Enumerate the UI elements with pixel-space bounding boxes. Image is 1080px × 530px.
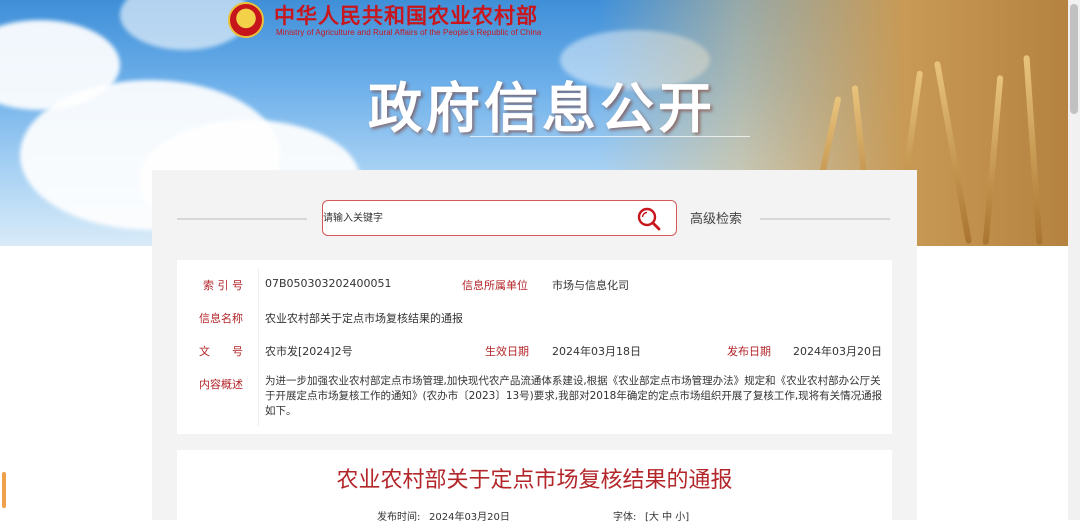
summary-text: 为进一步加强农业农村部定点市场管理,加快现代农产品流通体系建设,根据《农业部定点… bbox=[265, 375, 883, 417]
name-label: 信息名称 bbox=[199, 312, 243, 325]
search-deco-line-right bbox=[760, 218, 890, 220]
org-value: 市场与信息化司 bbox=[552, 279, 629, 292]
doc-number-label: 文 号 bbox=[199, 345, 243, 358]
banner-title: 政府信息公开 bbox=[368, 76, 716, 140]
doc-number-value: 农市发[2024]2号 bbox=[265, 345, 353, 358]
publish-date-value: 2024年03月20日 bbox=[793, 345, 882, 358]
search-bar: 高级检索 bbox=[152, 200, 917, 238]
publish-date-label: 发布日期 bbox=[727, 345, 771, 358]
effective-date-value: 2024年03月18日 bbox=[552, 345, 641, 358]
content-panel: 高级检索 索 引 号 07B050303202400051 信息所属单位 市场与… bbox=[152, 170, 917, 530]
article-title: 农业农村部关于定点市场复核结果的通报 bbox=[336, 468, 733, 493]
ministry-name-cn[interactable]: 中华人民共和国农业农村部 bbox=[274, 0, 538, 30]
search-deco-line-left bbox=[177, 218, 307, 220]
org-label: 信息所属单位 bbox=[462, 279, 528, 292]
search-box bbox=[322, 200, 677, 236]
page-scrollbar[interactable] bbox=[1068, 0, 1080, 520]
name-value: 农业农村部关于定点市场复核结果的通报 bbox=[265, 312, 463, 325]
national-emblem-icon bbox=[228, 2, 264, 38]
publish-time-value: 2024年03月20日 bbox=[429, 512, 510, 523]
search-icon bbox=[637, 207, 661, 231]
document-info-card: 索 引 号 07B050303202400051 信息所属单位 市场与信息化司 … bbox=[177, 260, 892, 434]
article-card: 农业农村部关于定点市场复核结果的通报 发布时间: 2024年03月20日 字体:… bbox=[177, 450, 892, 530]
side-handle[interactable] bbox=[2, 472, 6, 508]
summary-label: 内容概述 bbox=[199, 378, 243, 391]
info-divider bbox=[258, 268, 259, 426]
index-value: 07B050303202400051 bbox=[265, 277, 392, 290]
search-button[interactable] bbox=[636, 206, 662, 232]
index-label: 索 引 号 bbox=[203, 279, 243, 292]
scrollbar-thumb[interactable] bbox=[1070, 4, 1078, 114]
font-size-label: 字体: bbox=[613, 512, 637, 523]
font-size-options[interactable]: [大 中 小] bbox=[645, 508, 689, 523]
ministry-name-en: Ministry of Agriculture and Rural Affair… bbox=[276, 28, 542, 37]
publish-time-label: 发布时间: bbox=[377, 512, 421, 523]
search-input[interactable] bbox=[323, 201, 623, 235]
effective-date-label: 生效日期 bbox=[485, 345, 529, 358]
advanced-search-link[interactable]: 高级检索 bbox=[690, 208, 742, 227]
banner-divider bbox=[470, 136, 750, 137]
